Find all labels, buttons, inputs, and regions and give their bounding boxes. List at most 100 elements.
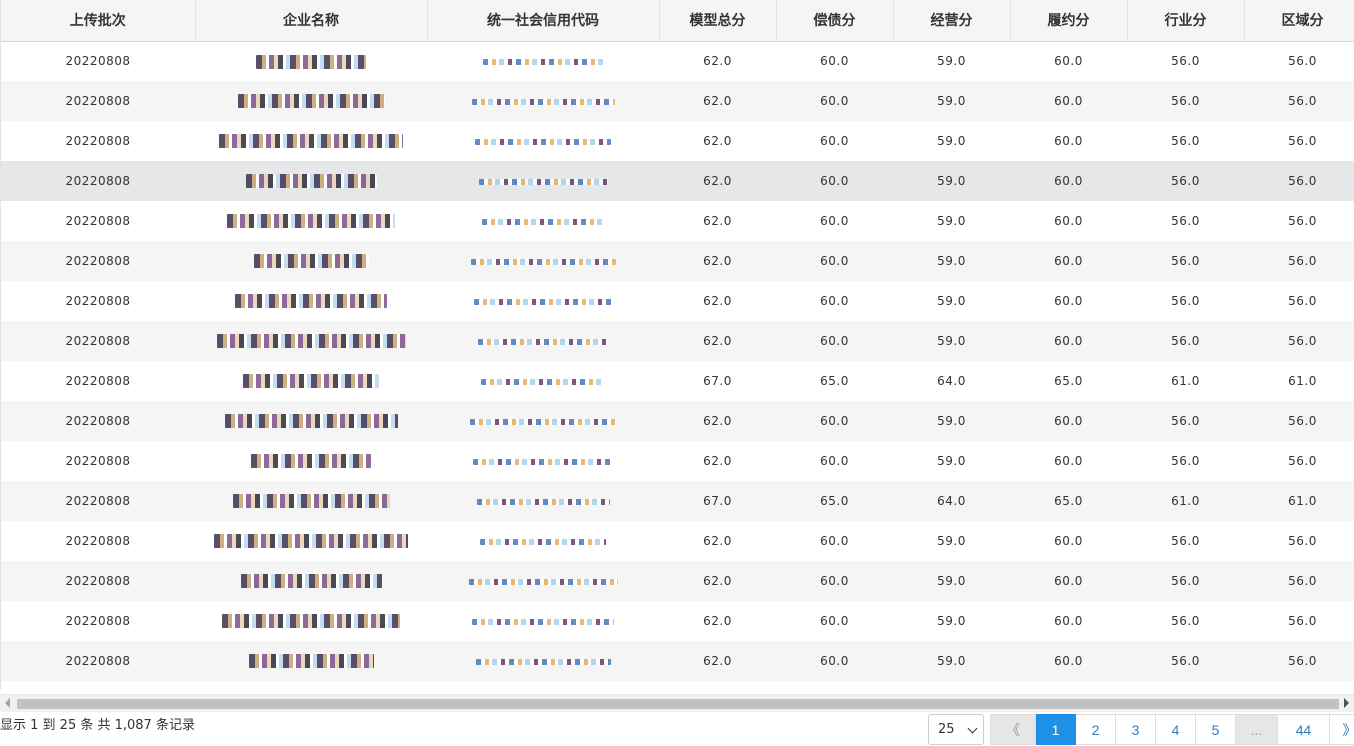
cell-operation-score: 64.0 [937, 494, 966, 508]
redacted-credit-code [471, 98, 615, 105]
cell-credit-code [427, 481, 659, 521]
page-size-select[interactable]: 25 [928, 714, 984, 745]
redacted-company-name [219, 134, 403, 149]
cell-performance-score: 60.0 [1054, 54, 1083, 69]
page-button-4[interactable]: 4 [1156, 714, 1196, 745]
table-row[interactable]: 20220808 62.0 60.0 59.0 60.0 56.0 56.0 [1, 441, 1354, 481]
table-row[interactable]: 20220808 62.0 60.0 59.0 60.0 56.0 56.0 [1, 281, 1354, 321]
table-row[interactable]: 20220808 62.0 60.0 59.0 60.0 56.0 56.0 [1, 201, 1354, 241]
cell-industry-score: 56.0 [1171, 614, 1200, 628]
cell-credit-code [427, 401, 659, 441]
cell-performance-score: 60.0 [1054, 134, 1083, 148]
cell-model-total: 62.0 [703, 454, 732, 468]
cell-operation-score: 64.0 [937, 374, 966, 388]
col-header-batch[interactable]: 上传批次 [1, 0, 196, 42]
cell-industry-score: 56.0 [1171, 94, 1200, 108]
cell-region-score: 61.0 [1288, 494, 1317, 508]
cell-batch: 20220808 [65, 214, 131, 228]
table-row[interactable]: 20220808 62.0 60.0 59.0 60.0 56.0 56.0 [1, 561, 1354, 601]
table-row[interactable]: 20220808 62.0 60.0 59.0 60.0 56.0 56.0 [1, 521, 1354, 561]
col-header-model-total[interactable]: 模型总分 [659, 0, 777, 42]
scroll-right-arrow-icon[interactable] [1344, 698, 1349, 708]
next-page-button[interactable]: 》 [1330, 714, 1354, 745]
cell-batch: 20220808 [65, 614, 131, 628]
cell-company-name [195, 521, 427, 561]
cell-debt-score: 60.0 [820, 454, 849, 468]
page-size-value: 25 [938, 722, 955, 737]
table-row[interactable]: 20220808 62.0 60.0 59.0 60.0 56.0 56.0 [1, 41, 1354, 81]
cell-credit-code [427, 161, 659, 201]
redacted-credit-code [483, 58, 603, 65]
redacted-company-name [227, 214, 395, 229]
cell-industry-score: 61.0 [1171, 374, 1200, 388]
page-button-1[interactable]: 1 [1036, 714, 1076, 745]
cell-performance-score: 60.0 [1054, 574, 1083, 588]
cell-model-total: 62.0 [703, 414, 732, 428]
col-header-performance-score[interactable]: 履约分 [1010, 0, 1128, 42]
table-row[interactable]: 20220808 62.0 60.0 59.0 60.0 56.0 56.0 [1, 121, 1354, 161]
page-button-3[interactable]: 3 [1116, 714, 1156, 745]
table-row[interactable]: 20220808 62.0 60.0 59.0 60.0 56.0 56.0 [1, 641, 1354, 681]
cell-debt-score: 60.0 [820, 254, 849, 268]
cell-performance-score: 60.0 [1054, 454, 1083, 468]
table-row[interactable]: 20220808 62.0 60.0 59.0 60.0 56.0 56.0 [1, 161, 1354, 201]
cell-operation-score: 59.0 [937, 294, 966, 308]
scrollbar-thumb[interactable] [17, 699, 1339, 709]
cell-model-total: 62.0 [703, 134, 732, 148]
cell-region-score: 56.0 [1288, 214, 1317, 228]
cell-credit-code [427, 361, 659, 401]
table-row[interactable]: 20220808 62.0 60.0 59.0 60.0 56.0 56.0 [1, 401, 1354, 441]
cell-region-score: 56.0 [1288, 454, 1317, 468]
table-row[interactable]: 20220808 67.0 65.0 64.0 65.0 61.0 61.0 [1, 481, 1354, 521]
table-row[interactable]: 20220808 62.0 60.0 59.0 60.0 56.0 56.0 [1, 81, 1354, 121]
cell-credit-code [427, 521, 659, 561]
cell-operation-score: 59.0 [937, 134, 966, 148]
table-row[interactable]: 20220808 62.0 60.0 59.0 60.0 56.0 56.0 [1, 321, 1354, 361]
redacted-company-name [224, 414, 398, 429]
cell-credit-code [427, 281, 659, 321]
cell-operation-score: 59.0 [937, 534, 966, 548]
cell-performance-score: 60.0 [1054, 214, 1083, 228]
page-button-44[interactable]: 44 [1278, 714, 1330, 745]
cell-company-name [195, 441, 427, 481]
cell-batch: 20220808 [65, 254, 131, 268]
col-header-company-name[interactable]: 企业名称 [195, 0, 428, 42]
horizontal-scrollbar[interactable] [0, 694, 1354, 712]
table-row[interactable]: 20220808 62.0 60.0 59.0 60.0 56.0 56.0 [1, 601, 1354, 641]
cell-operation-score: 59.0 [937, 574, 966, 588]
cell-debt-score: 60.0 [820, 334, 849, 348]
cell-performance-score: 60.0 [1054, 174, 1083, 188]
col-header-industry-score[interactable]: 行业分 [1127, 0, 1245, 42]
cell-company-name [195, 201, 427, 241]
cell-credit-code [427, 641, 659, 681]
redacted-credit-code [470, 258, 616, 265]
cell-model-total: 62.0 [703, 534, 732, 548]
cell-operation-score: 59.0 [937, 454, 966, 468]
scroll-left-arrow-icon[interactable] [5, 698, 10, 708]
cell-credit-code [427, 241, 659, 281]
redacted-credit-code [477, 338, 609, 345]
page-button-2[interactable]: 2 [1076, 714, 1116, 745]
cell-debt-score: 60.0 [820, 54, 849, 69]
table-row[interactable]: 20220808 67.0 65.0 64.0 65.0 61.0 61.0 [1, 361, 1354, 401]
cell-model-total: 62.0 [703, 334, 732, 348]
redacted-company-name [216, 334, 406, 349]
page-button-5[interactable]: 5 [1196, 714, 1236, 745]
data-table: 上传批次 企业名称 统一社会信用代码 模型总分 偿债分 经营分 履约分 行业分 … [1, 0, 1354, 681]
table-row[interactable]: 20220808 62.0 60.0 59.0 60.0 56.0 56.0 [1, 241, 1354, 281]
redacted-credit-code [480, 538, 606, 545]
redacted-credit-code [475, 138, 611, 145]
col-header-debt-score[interactable]: 偿债分 [776, 0, 894, 42]
cell-region-score: 56.0 [1288, 414, 1317, 428]
cell-performance-score: 65.0 [1054, 374, 1083, 388]
cell-operation-score: 59.0 [937, 254, 966, 268]
redacted-company-name [240, 574, 382, 589]
cell-company-name [195, 121, 427, 161]
cell-company-name [195, 161, 427, 201]
redacted-company-name [245, 174, 377, 189]
col-header-operation-score[interactable]: 经营分 [893, 0, 1011, 42]
col-header-credit-code[interactable]: 统一社会信用代码 [427, 0, 660, 42]
cell-industry-score: 56.0 [1171, 534, 1200, 548]
col-header-region-score[interactable]: 区域分 [1244, 0, 1354, 42]
cell-industry-score: 56.0 [1171, 654, 1200, 668]
